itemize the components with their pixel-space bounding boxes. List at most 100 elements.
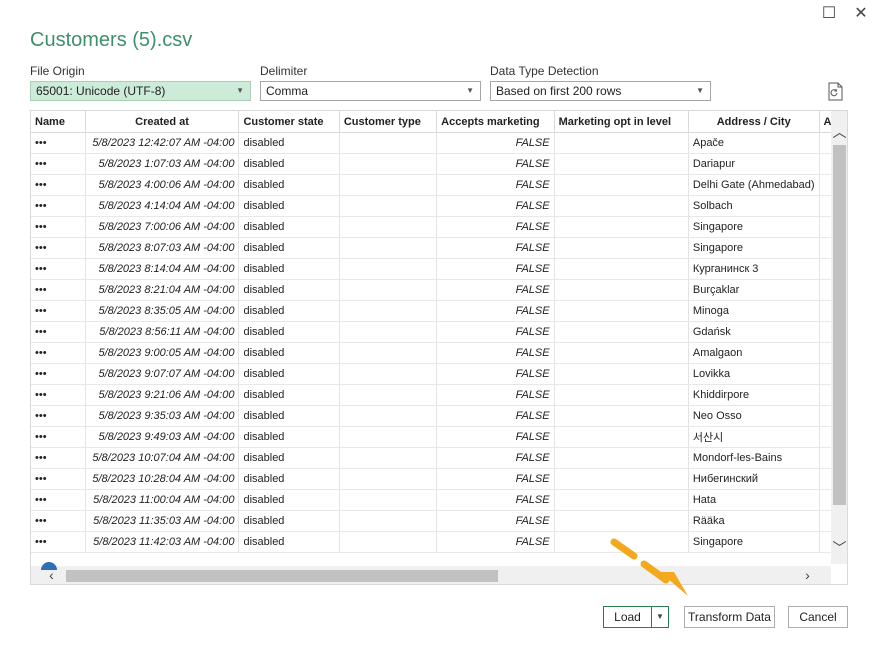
table-cell: ••• — [31, 489, 86, 511]
table-cell — [554, 321, 689, 343]
table-row[interactable]: ••• 5/8/2023 8:21:04 AM -04:00 disabled FAL… — [31, 279, 847, 301]
table-row[interactable]: ••• 5/8/2023 4:14:04 AM -04:00 disabled FAL… — [31, 195, 847, 217]
table-cell: Gdańsk — [688, 321, 820, 343]
table-cell: FALSE — [436, 216, 555, 238]
table-cell: FALSE — [436, 384, 555, 406]
table-row[interactable]: ••• 5/8/2023 10:28:04 AM -04:00 disabled FA… — [31, 468, 847, 490]
close-icon[interactable]: ✕ — [850, 2, 872, 24]
table-cell — [339, 531, 438, 553]
scroll-right-icon[interactable]: › — [799, 566, 816, 584]
table-cell: FALSE — [436, 405, 555, 427]
table-cell: 5/8/2023 10:07:04 AM -04:00 — [85, 447, 240, 469]
table-cell — [339, 279, 438, 301]
table-cell: 서산시 — [688, 426, 820, 448]
table-row[interactable]: ••• 5/8/2023 8:07:03 AM -04:00 disabled FAL… — [31, 237, 847, 259]
table-cell: FALSE — [436, 426, 555, 448]
table-row[interactable]: ••• 5/8/2023 8:56:11 AM -04:00 disabled FAL… — [31, 321, 847, 343]
vertical-scroll-thumb[interactable] — [833, 145, 846, 505]
table-cell — [554, 216, 689, 238]
delimiter-dropdown[interactable]: Comma ▼ — [260, 81, 481, 101]
detection-value: Based on first 200 rows — [496, 84, 622, 98]
table-cell — [554, 195, 689, 217]
maximize-icon[interactable]: ☐ — [818, 2, 840, 24]
column-header[interactable]: Address / City — [688, 111, 820, 133]
table-cell: ••• — [31, 426, 86, 448]
table-row[interactable]: ••• 5/8/2023 9:49:03 AM -04:00 disabled FAL… — [31, 426, 847, 448]
table-row[interactable]: ••• 5/8/2023 8:14:04 AM -04:00 disabled FAL… — [31, 258, 847, 280]
preview-table: Name Created at Customer state Customer typ… — [31, 111, 847, 553]
table-cell: 5/8/2023 1:07:03 AM -04:00 — [85, 153, 240, 175]
table-cell: FALSE — [436, 489, 555, 511]
table-row[interactable]: ••• 5/8/2023 1:07:03 AM -04:00 disabled FAL… — [31, 153, 847, 175]
table-cell: Singapore — [688, 237, 820, 259]
horizontal-scroll-thumb[interactable] — [66, 570, 498, 582]
table-cell: Singapore — [688, 216, 820, 238]
table-row[interactable]: ••• 5/8/2023 8:35:05 AM -04:00 disabled FAL… — [31, 300, 847, 322]
table-cell — [339, 237, 438, 259]
scroll-up-icon[interactable]: ︿ — [831, 123, 847, 141]
table-cell: FALSE — [436, 447, 555, 469]
table-row[interactable]: ••• 5/8/2023 12:42:07 AM -04:00 disabled FA… — [31, 132, 847, 154]
vertical-scrollbar[interactable]: ︿ ﹀ — [831, 111, 847, 564]
data-preview-grid[interactable]: Name Created at Customer state Customer typ… — [30, 110, 848, 585]
table-cell: ••• — [31, 174, 86, 196]
table-cell: disabled — [238, 531, 340, 553]
detection-dropdown[interactable]: Based on first 200 rows ▼ — [490, 81, 711, 101]
load-button[interactable]: Load — [603, 606, 652, 628]
table-row[interactable]: ••• 5/8/2023 11:42:03 AM -04:00 disabled FA… — [31, 531, 847, 553]
column-header[interactable]: Customer type — [339, 111, 438, 133]
chevron-down-icon: ▼ — [696, 86, 704, 95]
table-cell: FALSE — [436, 363, 555, 385]
table-cell — [554, 279, 689, 301]
file-origin-dropdown[interactable]: 65001: Unicode (UTF-8) ▼ — [30, 81, 251, 101]
table-cell — [339, 510, 438, 532]
table-row[interactable]: ••• 5/8/2023 9:00:05 AM -04:00 disabled FAL… — [31, 342, 847, 364]
table-cell: disabled — [238, 174, 340, 196]
table-cell: FALSE — [436, 300, 555, 322]
table-cell: 5/8/2023 9:00:05 AM -04:00 — [85, 342, 240, 364]
table-cell: ••• — [31, 342, 86, 364]
column-header[interactable]: Accepts marketing — [436, 111, 555, 133]
table-cell: FALSE — [436, 342, 555, 364]
table-cell — [554, 447, 689, 469]
table-cell: ••• — [31, 363, 86, 385]
table-cell — [554, 258, 689, 280]
table-cell — [339, 384, 438, 406]
table-row[interactable]: ••• 5/8/2023 11:35:03 AM -04:00 disabled FA… — [31, 510, 847, 532]
table-cell: 5/8/2023 9:21:06 AM -04:00 — [85, 384, 240, 406]
table-cell: Delhi Gate (Ahmedabad) — [688, 174, 820, 196]
table-cell: FALSE — [436, 531, 555, 553]
column-header[interactable]: Created at — [85, 111, 240, 133]
table-row[interactable]: ••• 5/8/2023 9:35:03 AM -04:00 disabled FAL… — [31, 405, 847, 427]
load-options-chevron-icon[interactable]: ▼ — [651, 606, 669, 628]
table-cell: FALSE — [436, 258, 555, 280]
table-row[interactable]: ••• 5/8/2023 9:21:06 AM -04:00 disabled FAL… — [31, 384, 847, 406]
table-cell — [554, 384, 689, 406]
table-cell — [554, 300, 689, 322]
table-cell: disabled — [238, 195, 340, 217]
refresh-file-icon[interactable] — [828, 82, 844, 101]
column-header[interactable]: Customer state — [238, 111, 340, 133]
table-row[interactable]: ••• 5/8/2023 9:07:07 AM -04:00 disabled FAL… — [31, 363, 847, 385]
file-origin-label: File Origin — [30, 64, 85, 78]
column-header[interactable]: Name — [31, 111, 86, 133]
delimiter-label: Delimiter — [260, 64, 308, 78]
table-cell: FALSE — [436, 174, 555, 196]
table-cell: 5/8/2023 8:35:05 AM -04:00 — [85, 300, 240, 322]
cancel-button[interactable]: Cancel — [788, 606, 848, 628]
transform-data-button[interactable]: Transform Data — [684, 606, 775, 628]
scroll-down-icon[interactable]: ﹀ — [831, 539, 847, 557]
table-cell: disabled — [238, 237, 340, 259]
table-cell: disabled — [238, 405, 340, 427]
table-cell: ••• — [31, 237, 86, 259]
column-header[interactable]: Marketing opt in level — [554, 111, 689, 133]
table-row[interactable]: ••• 5/8/2023 11:00:04 AM -04:00 disabled FA… — [31, 489, 847, 511]
table-row[interactable]: ••• 5/8/2023 4:00:06 AM -04:00 disabled FAL… — [31, 174, 847, 196]
table-cell: ••• — [31, 300, 86, 322]
table-cell: 5/8/2023 9:49:03 AM -04:00 — [85, 426, 240, 448]
table-row[interactable]: ••• 5/8/2023 7:00:06 AM -04:00 disabled FAL… — [31, 216, 847, 238]
table-row[interactable]: ••• 5/8/2023 10:07:04 AM -04:00 disabled FA… — [31, 447, 847, 469]
table-cell: FALSE — [436, 195, 555, 217]
table-cell: disabled — [238, 132, 340, 154]
horizontal-scrollbar[interactable]: ‹ › — [31, 566, 831, 584]
